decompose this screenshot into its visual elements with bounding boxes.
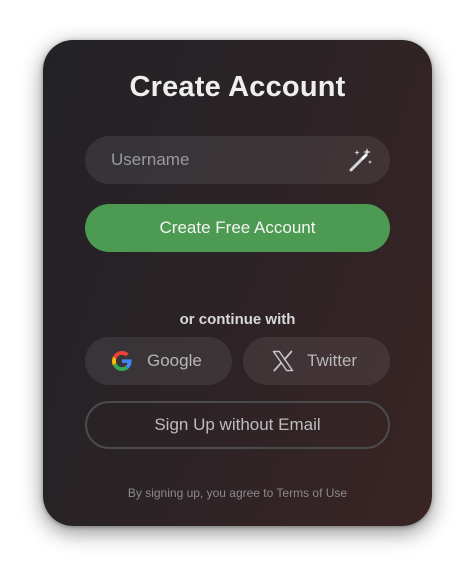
google-signin-button[interactable]: Google [85, 337, 232, 385]
magic-wand-icon[interactable] [346, 146, 374, 174]
twitter-signin-button[interactable]: Twitter [243, 337, 390, 385]
google-label: Google [147, 351, 202, 370]
username-input[interactable] [85, 136, 361, 184]
create-account-card: Create Account Create Free Account or co… [43, 40, 432, 526]
sign-up-without-email-button[interactable]: Sign Up without Email [85, 401, 390, 449]
create-free-account-button[interactable]: Create Free Account [85, 204, 390, 252]
x-icon [271, 349, 295, 373]
google-icon [110, 349, 134, 373]
username-field-wrapper [85, 136, 390, 184]
page-title: Create Account [129, 71, 346, 103]
or-continue-with-label: or continue with [179, 311, 296, 328]
terms-of-use-text: By signing up, you agree to Terms of Use [127, 486, 348, 500]
twitter-label: Twitter [307, 351, 358, 370]
